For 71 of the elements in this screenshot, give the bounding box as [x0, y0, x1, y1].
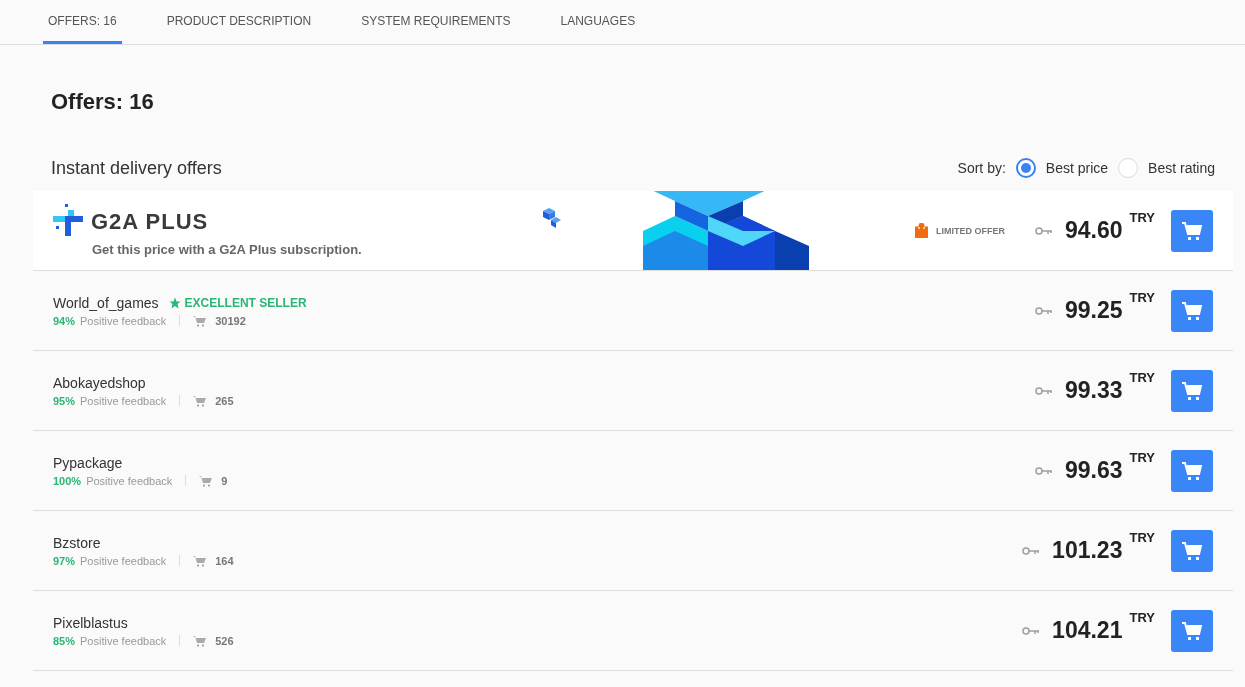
key-icon — [1034, 306, 1053, 315]
seller-name[interactable]: Bzstore — [53, 534, 101, 551]
add-to-cart-button[interactable] — [1171, 609, 1213, 652]
add-to-cart-button[interactable] — [1171, 289, 1213, 332]
price: 104.21 — [1052, 617, 1123, 644]
sales-count: 30192 — [215, 314, 246, 327]
sort-label: Sort by: — [957, 160, 1006, 176]
key-icon — [1034, 386, 1053, 395]
cart-icon — [193, 314, 208, 327]
seller-name[interactable]: World_of_games — [53, 294, 159, 311]
cart-icon — [199, 474, 214, 487]
currency: TRY — [1129, 289, 1155, 305]
cart-icon — [193, 634, 208, 647]
feedback-label: Positive feedback — [80, 394, 167, 407]
currency: TRY — [1129, 609, 1155, 625]
seller-name[interactable]: Abokayedshop — [53, 374, 146, 391]
page-heading: Offers: 16 — [51, 89, 155, 116]
currency: TRY — [1129, 529, 1155, 545]
price: 99.33 — [1064, 377, 1123, 404]
currency: TRY — [1129, 209, 1155, 225]
rating-percent: 97% — [53, 554, 76, 567]
seller-status-label: EXCELLENT SELLER — [184, 295, 307, 310]
price: 99.25 — [1064, 297, 1123, 324]
section-title: Instant delivery offers — [51, 157, 222, 179]
star-icon — [168, 296, 181, 309]
tab[interactable]: LANGUAGES — [555, 0, 641, 44]
radio-label[interactable]: Best price — [1045, 160, 1109, 176]
tab[interactable]: OFFERS: 16 — [43, 0, 122, 44]
cart-icon — [1181, 380, 1203, 401]
key-icon — [1022, 626, 1041, 635]
key-icon — [1022, 546, 1041, 555]
currency: TRY — [1129, 449, 1155, 465]
rating-percent: 94% — [53, 314, 76, 327]
radio-button[interactable] — [1015, 158, 1036, 178]
shopping-bag-icon — [914, 223, 928, 238]
cart-icon — [193, 394, 208, 407]
add-to-cart-button[interactable] — [1171, 209, 1213, 252]
rating-percent: 85% — [53, 634, 76, 647]
add-to-cart-button[interactable] — [1171, 529, 1213, 572]
cart-icon — [1181, 460, 1203, 481]
feedback-label: Positive feedback — [86, 474, 173, 487]
price: 94.60 — [1064, 217, 1123, 244]
key-icon — [1034, 226, 1053, 235]
seller-name[interactable]: Pypackage — [53, 454, 123, 471]
sales-count: 526 — [215, 634, 234, 647]
sales-count: 164 — [215, 554, 234, 567]
key-icon — [1034, 466, 1053, 475]
plus-logo-text: G2A PLUS — [91, 209, 209, 235]
sales-count: 9 — [221, 474, 228, 487]
promo-subtitle: Get this price with a G2A Plus subscription. — [92, 242, 363, 257]
price: 101.23 — [1052, 537, 1123, 564]
cart-icon — [1181, 220, 1203, 241]
add-to-cart-button[interactable] — [1171, 369, 1213, 412]
radio-label[interactable]: Best rating — [1148, 160, 1215, 176]
tab[interactable]: PRODUCT DESCRIPTION — [161, 0, 317, 44]
rating-percent: 95% — [53, 394, 76, 407]
cart-icon — [1181, 300, 1203, 321]
rating-percent: 100% — [53, 474, 82, 487]
sales-count: 265 — [215, 394, 234, 407]
cart-icon — [193, 554, 208, 567]
currency: TRY — [1129, 369, 1155, 385]
limited-offer-label: LIMITED OFFER — [935, 225, 1005, 236]
add-to-cart-button[interactable] — [1171, 449, 1213, 492]
feedback-label: Positive feedback — [80, 554, 167, 567]
cart-icon — [1181, 540, 1203, 561]
tab[interactable]: SYSTEM REQUIREMENTS — [356, 0, 516, 44]
seller-name[interactable]: Pixelblastus — [53, 614, 128, 631]
feedback-label: Positive feedback — [80, 314, 167, 327]
feedback-label: Positive feedback — [80, 634, 167, 647]
price: 99.63 — [1064, 457, 1123, 484]
cart-icon — [1181, 620, 1203, 641]
